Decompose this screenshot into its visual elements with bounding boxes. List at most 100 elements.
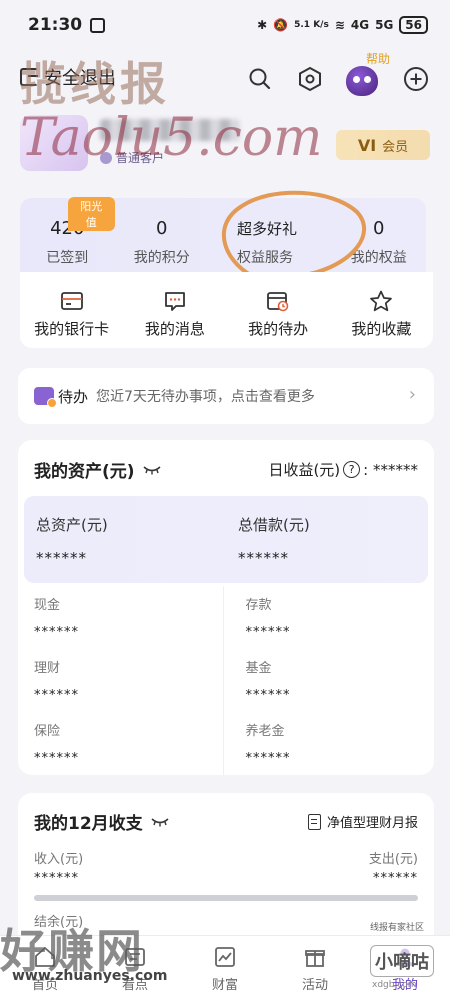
asset-value: ****** — [34, 751, 79, 766]
summary-label: 总资产(元) — [36, 516, 108, 534]
daily-value: : ****** — [363, 460, 418, 479]
expense-value: ****** — [373, 871, 418, 886]
summary-label: 总借款(元) — [238, 516, 310, 534]
asset-cash[interactable]: 现金 ****** — [18, 586, 224, 649]
expense-label: 支出(元) — [368, 852, 418, 867]
watermark-corner-small: 线报有家社区 — [370, 923, 425, 933]
asset-value: ****** — [245, 688, 291, 703]
status-time: 21:30 — [28, 15, 83, 35]
quick-label: 我的消息 — [144, 320, 205, 338]
wifi-icon: ≋ — [334, 18, 345, 32]
help-mascot-button[interactable]: 帮助 — [346, 52, 390, 96]
quick-todo[interactable]: 我的待办 — [227, 272, 330, 348]
asset-value: ****** — [245, 751, 291, 766]
signal-4g: 4G — [350, 18, 370, 32]
todo-calendar-icon — [34, 387, 57, 408]
asset-value: ****** — [34, 625, 79, 640]
settings-hexagon-icon[interactable] — [296, 65, 324, 93]
eye-closed-icon[interactable] — [143, 465, 161, 475]
watermark-corner-brand: 小嘀咕 — [370, 945, 434, 977]
chart-icon — [212, 944, 238, 970]
chevron-right-icon: › — [408, 384, 416, 405]
asset-label: 保险 — [34, 724, 61, 739]
daily-label: 日收益(元) — [268, 461, 341, 479]
document-icon — [307, 813, 321, 830]
asset-label: 基金 — [245, 661, 272, 676]
asset-label: 存款 — [245, 598, 272, 613]
daily-income: 日收益(元) ? : ****** — [268, 459, 418, 480]
income-label: 收入(元) — [34, 852, 84, 867]
stat-value: 0 — [156, 218, 168, 239]
nav-activity[interactable]: 活动 — [270, 936, 360, 999]
quick-messages[interactable]: 我的消息 — [123, 272, 226, 348]
star-icon — [369, 290, 393, 312]
stat-benefits-service[interactable]: 超多好礼 权益服务 — [209, 198, 332, 273]
report-label: 净值型理财月报 — [326, 816, 418, 831]
assets-card: 我的资产(元) 日收益(元) ? : ****** 总资产(元) ****** … — [18, 440, 434, 775]
assets-title: 我的资产(元) — [34, 462, 135, 482]
assets-summary: 总资产(元) ****** 总借款(元) ****** — [24, 496, 428, 583]
stat-points[interactable]: 0 我的积分 — [115, 198, 210, 273]
bluetooth-icon: ✱ — [257, 18, 268, 32]
asset-value: ****** — [245, 625, 291, 640]
summary-value: ****** — [238, 549, 289, 567]
quick-label: 我的银行卡 — [34, 320, 110, 338]
stat-checkin[interactable]: 阳光值 420 已签到 — [20, 197, 115, 273]
todo-title: 待办 — [58, 387, 89, 406]
nav-label: 活动 — [301, 978, 328, 993]
asset-insurance[interactable]: 保险 ****** — [18, 712, 224, 775]
income-expense-bar — [34, 895, 418, 901]
stat-my-benefits[interactable]: 0 我的权益 — [332, 198, 427, 273]
asset-grid: 现金 ****** 存款 ****** 理财 ****** 基金 ****** … — [18, 586, 434, 775]
stat-label: 我的权益 — [350, 250, 407, 266]
nav-wealth[interactable]: 财富 — [180, 936, 270, 999]
stat-value: 超多好礼 — [237, 220, 298, 238]
battery-indicator: 56 — [399, 16, 428, 34]
nav-label: 财富 — [211, 978, 238, 993]
mute-icon: 🔕 — [273, 18, 289, 32]
asset-fund[interactable]: 基金 ****** — [224, 649, 435, 712]
add-icon[interactable] — [402, 65, 430, 93]
watermark-corner-url: xdgb.com — [372, 980, 417, 990]
eye-closed-icon[interactable] — [151, 817, 169, 827]
sunshine-tag: 阳光值 — [68, 197, 115, 231]
quick-label: 我的收藏 — [351, 320, 412, 338]
bank-card-icon — [60, 290, 84, 312]
watermark-top-en: Taolu5.com — [20, 108, 323, 168]
mascot-icon — [346, 66, 378, 96]
network-speed: 5.1 K/s — [294, 20, 329, 30]
todo-bar[interactable]: 待办 您近7天无待办事项，点击查看更多 › — [18, 368, 434, 424]
asset-pension[interactable]: 养老金 ****** — [224, 712, 435, 775]
total-assets[interactable]: 总资产(元) ****** — [24, 496, 226, 583]
quick-bank-card[interactable]: 我的银行卡 — [20, 272, 123, 348]
stat-label: 权益服务 — [237, 250, 293, 266]
vip-badge[interactable]: VI 会员 — [336, 130, 430, 160]
watermark-bottom-url: www.zhuanyes.com — [12, 968, 168, 984]
gift-icon — [302, 944, 328, 970]
calendar-clock-icon — [266, 290, 290, 312]
stat-label: 我的积分 — [133, 250, 190, 266]
stats-card: 阳光值 420 已签到 0 我的积分 超多好礼 权益服务 0 我的权益 — [20, 197, 427, 273]
vip-label: 会员 — [382, 139, 409, 155]
watermark-top-cn: 揽线报 — [20, 57, 170, 111]
todo-description: 您近7天无待办事项，点击查看更多 — [96, 389, 315, 405]
quick-label: 我的待办 — [248, 320, 309, 338]
help-circle-icon[interactable]: ? — [343, 461, 361, 478]
asset-value: ****** — [34, 688, 79, 703]
monthly-title: 我的12月收支 — [34, 814, 143, 834]
asset-label: 现金 — [34, 598, 61, 613]
income-value: ****** — [34, 871, 79, 886]
total-loans[interactable]: 总借款(元) ****** — [226, 496, 428, 583]
signal-5g: 5G — [375, 18, 394, 32]
quick-entries: 我的银行卡 我的消息 我的待办 我的收藏 — [20, 272, 433, 348]
summary-value: ****** — [36, 549, 87, 567]
search-icon[interactable] — [246, 65, 274, 93]
asset-label: 理财 — [34, 661, 61, 676]
status-bar: 21:30 ✱ 🔕 5.1 K/s ≋ 4G 5G 56 — [0, 0, 450, 50]
help-label: 帮助 — [366, 52, 391, 66]
monthly-report-link[interactable]: 净值型理财月报 — [307, 812, 418, 831]
stat-value: 0 — [373, 218, 385, 239]
quick-favorites[interactable]: 我的收藏 — [330, 272, 433, 348]
asset-deposit[interactable]: 存款 ****** — [224, 586, 435, 649]
asset-wealth[interactable]: 理财 ****** — [18, 649, 224, 712]
